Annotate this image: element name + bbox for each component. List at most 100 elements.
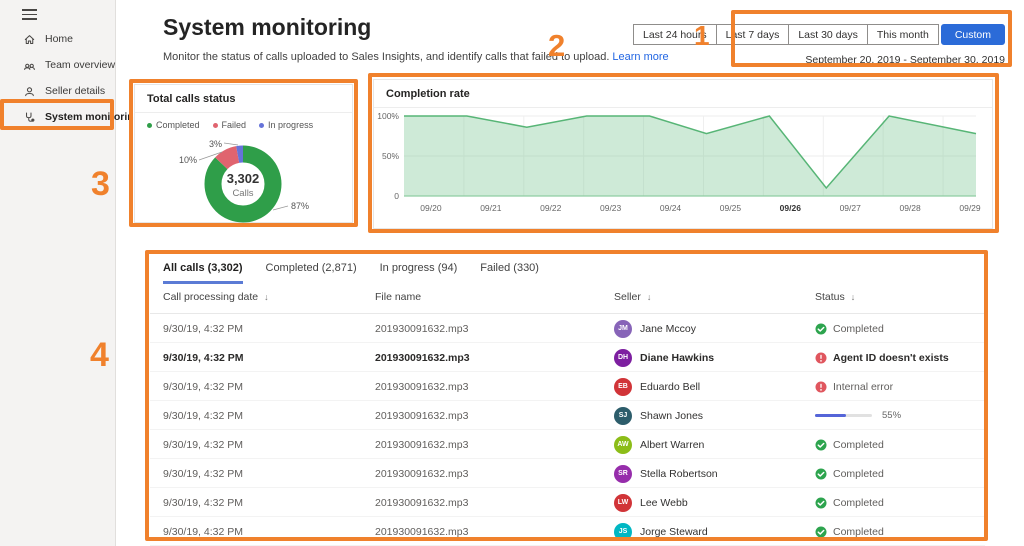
avatar: DH (614, 348, 632, 367)
learn-more-link[interactable]: Learn more (612, 51, 668, 63)
cell-status: Completed (815, 488, 884, 517)
status-label: Completed (833, 322, 884, 335)
cell-status: Completed (815, 459, 884, 488)
stethoscope-icon (26, 112, 35, 122)
range-button-last-30-days[interactable]: Last 30 days (788, 24, 868, 45)
cell-status: Completed (815, 314, 884, 343)
svg-text:09/26: 09/26 (780, 203, 802, 213)
legend-label: Completed (156, 120, 200, 130)
calls-table-card: All calls (3,302) Completed (2,871) In pro… (150, 254, 985, 546)
donut-card-title: Total calls status (147, 93, 236, 105)
cell-call-processing-date: 9/30/19, 4:32 PM (163, 380, 243, 393)
svg-text:50%: 50% (382, 151, 399, 161)
svg-text:3,302: 3,302 (227, 171, 260, 186)
table-row[interactable]: 9/30/19, 4:32 PM 201930091632.mp3 EB Eduard… (150, 372, 985, 401)
completed-check-icon (815, 439, 827, 450)
range-button-last-24-hours[interactable]: Last 24 hours (632, 24, 717, 45)
legend-dot (212, 122, 218, 128)
table-row[interactable]: 9/30/19, 4:32 PM 201930091632.mp3 DH Diane … (150, 343, 985, 372)
error-icon (815, 381, 827, 392)
sort-descending-icon: ↓ (264, 292, 269, 302)
table-row[interactable]: 9/30/19, 4:32 PM 201930091632.mp3 JM Jane M… (150, 314, 985, 343)
time-range-button-group: Last 24 hours Last 7 days Last 30 days This… (632, 24, 1005, 45)
svg-text:3%: 3% (209, 139, 222, 149)
range-button-last-7-days[interactable]: Last 7 days (715, 24, 790, 45)
progress-bar-fill (815, 414, 847, 417)
legend-item-in-progress: In progress (259, 120, 313, 130)
cell-call-processing-date: 9/30/19, 4:32 PM (163, 409, 243, 422)
cell-call-processing-date: 9/30/19, 4:32 PM (163, 322, 243, 335)
column-header-seller[interactable]: Seller ↓ (614, 291, 651, 303)
cell-file-name: 201930091632.mp3 (375, 380, 469, 393)
cell-seller: EB Eduardo Bell (614, 372, 700, 401)
avatar: JM (614, 319, 632, 338)
cell-status: Completed (815, 430, 884, 459)
tab-failed-330-[interactable]: Failed (330) (480, 262, 539, 284)
tab-completed-2-871-[interactable]: Completed (2,871) (266, 262, 357, 284)
cell-status: Agent ID doesn't exists (815, 343, 949, 372)
svg-text:100%: 100% (377, 111, 399, 121)
status-label: Completed (833, 525, 884, 538)
tab-in-progress-94-[interactable]: In progress (94) (380, 262, 458, 284)
completed-check-icon (815, 323, 827, 334)
cell-seller: JS Jorge Steward (614, 517, 708, 546)
completed-check-icon (815, 497, 827, 508)
status-label: Completed (833, 438, 884, 451)
column-header-file-name[interactable]: File name (375, 291, 421, 303)
status-label: Completed (833, 467, 884, 480)
cell-call-processing-date: 9/30/19, 4:32 PM (163, 525, 243, 538)
cell-call-processing-date: 9/30/19, 4:32 PM (163, 467, 243, 480)
hamburger-menu-icon[interactable] (22, 9, 37, 20)
cell-file-name: 201930091632.mp3 (375, 525, 469, 538)
seller-name: Shawn Jones (640, 409, 704, 422)
tab-all-calls-3-302-[interactable]: All calls (3,302) (163, 262, 243, 284)
svg-text:09/25: 09/25 (720, 203, 742, 213)
svg-text:09/21: 09/21 (480, 203, 502, 213)
cell-file-name: 201930091632.mp3 (375, 438, 469, 451)
svg-text:09/27: 09/27 (840, 203, 862, 213)
cell-file-name: 201930091632.mp3 (375, 351, 470, 364)
sidebar-item-home[interactable]: Home (0, 26, 115, 52)
sidebar-nav: Home Team overview Seller details System mo… (0, 26, 140, 130)
legend-label: In progress (268, 120, 314, 130)
cell-call-processing-date: 9/30/19, 4:32 PM (163, 438, 243, 451)
calls-tabs: All calls (3,302) Completed (2,871) In pro… (163, 262, 539, 284)
sidebar-item-label: Home (45, 33, 74, 45)
svg-text:09/28: 09/28 (899, 203, 921, 213)
sort-descending-icon: ↓ (850, 292, 856, 302)
table-row[interactable]: 9/30/19, 4:32 PM 201930091632.mp3 SJ Shawn … (150, 401, 985, 430)
total-calls-status-card: Total calls status Completed Failed In pro… (134, 84, 353, 223)
table-row[interactable]: 9/30/19, 4:32 PM 201930091632.mp3 AW Albert… (150, 430, 985, 459)
svg-text:09/24: 09/24 (660, 203, 682, 213)
avatar: SR (614, 464, 632, 483)
seller-name: Albert Warren (640, 438, 705, 451)
table-row[interactable]: 9/30/19, 4:32 PM 201930091632.mp3 LW Lee We… (150, 488, 985, 517)
table-row[interactable]: 9/30/19, 4:32 PM 201930091632.mp3 SR Stella… (150, 459, 985, 488)
column-header-call-processing-date[interactable]: Call processing date ↓ (163, 291, 269, 303)
sidebar-item-team-overview[interactable]: Team overview (0, 52, 115, 78)
completed-check-icon (815, 468, 827, 479)
sidebar-item-seller-details[interactable]: Seller details (0, 78, 115, 104)
avatar: EB (614, 377, 632, 396)
sidebar-item-system-monitoring[interactable]: System monitoring (0, 104, 140, 130)
cell-file-name: 201930091632.mp3 (375, 409, 469, 422)
cell-file-name: 201930091632.mp3 (375, 467, 469, 480)
cell-seller: LW Lee Webb (614, 488, 688, 517)
completed-check-icon (815, 526, 827, 537)
seller-name: Stella Robertson (640, 467, 718, 480)
range-button-custom[interactable]: Custom (940, 24, 1005, 45)
completion-rate-card: Completion rate 100% 50% 0 09/20 09/21 09/22 0… (373, 79, 993, 229)
legend-dot (147, 122, 152, 128)
svg-text:87%: 87% (291, 201, 309, 211)
svg-text:10%: 10% (179, 155, 197, 165)
progress-percent: 55% (882, 410, 902, 421)
table-row[interactable]: 9/30/19, 4:32 PM 201930091632.mp3 JS Jorge … (150, 517, 985, 546)
column-header-status[interactable]: Status ↓ (815, 291, 855, 303)
legend-dot (259, 122, 265, 128)
status-label: Internal error (833, 380, 894, 393)
seller-name: Jorge Steward (640, 525, 708, 538)
cell-status: Completed (815, 517, 884, 546)
cell-status: 55% (815, 401, 901, 430)
cell-call-processing-date: 9/30/19, 4:32 PM (163, 351, 244, 364)
range-button-this-month[interactable]: This month (866, 24, 939, 45)
